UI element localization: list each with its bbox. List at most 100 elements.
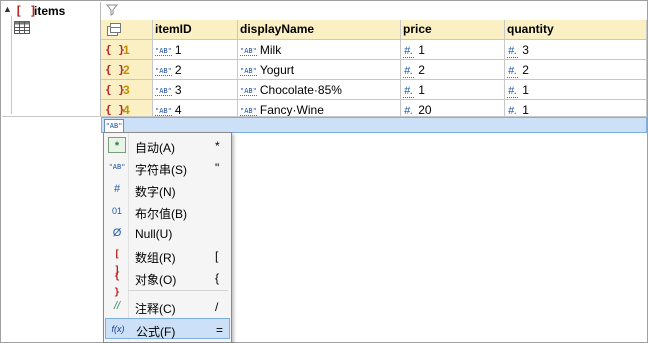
cell-displayname[interactable]: "AB" Chocolate·85% <box>238 80 401 100</box>
object-bracket-icon: { } <box>105 83 125 96</box>
header-row: itemID displayName price quantity <box>101 20 647 40</box>
comment-icon: // <box>113 300 121 312</box>
cell-itemid[interactable]: "AB" 1 <box>153 40 238 60</box>
row-header[interactable]: { } 2 <box>101 60 153 80</box>
cell-price[interactable]: #. 2 <box>401 60 505 80</box>
object-icon: { } <box>113 271 121 298</box>
array-icon: [ ] <box>113 249 121 276</box>
menu-item-label: 自动(A) <box>135 141 175 155</box>
collapse-triangle-icon[interactable]: ▲ <box>3 4 12 14</box>
cell-value: 20 <box>418 103 432 117</box>
cell-value: 3 <box>174 83 182 97</box>
cell-value: 1 <box>418 43 425 57</box>
menu-item-shortcut: / <box>215 300 219 314</box>
row-number: 4 <box>123 103 130 117</box>
tree-column: ▲ [ ] items <box>2 2 101 116</box>
menu-item-comment[interactable]: // 注释(C) / <box>105 296 230 317</box>
type-context-menu: * 自动(A) * "AB" 字符串(S) " # 数字(N) 01 布尔值(B… <box>103 132 232 343</box>
column-header-displayname[interactable]: displayName <box>238 20 401 40</box>
menu-item-shortcut: { <box>215 271 220 285</box>
menu-item-formula[interactable]: f(x) 公式(F) = <box>105 318 230 339</box>
number-type-icon: #. <box>403 45 415 58</box>
cell-value: 1 <box>522 83 529 97</box>
cell-quantity[interactable]: #. 3 <box>505 40 647 60</box>
column-header-itemid[interactable]: itemID <box>153 20 238 40</box>
auto-icon: * <box>108 137 126 153</box>
row-number: 1 <box>123 43 130 57</box>
cell-quantity[interactable]: #. 1 <box>505 80 647 100</box>
cell-value: Chocolate·85% <box>259 83 342 97</box>
menu-item-shortcut: [ <box>215 249 219 263</box>
object-bracket-icon: { } <box>105 103 125 116</box>
new-row-input[interactable]: "AB" <box>101 117 647 133</box>
cell-value: 2 <box>418 63 425 77</box>
cell-value: Milk <box>259 43 282 57</box>
menu-item-shortcut: " <box>215 161 220 175</box>
table-row[interactable]: { } 1 "AB" 1 "AB" Milk #. 1 #. 3 <box>101 40 647 60</box>
number-type-icon: #. <box>507 85 519 98</box>
string-type-icon: "AB" <box>155 106 172 116</box>
string-type-icon: "AB" <box>240 46 257 56</box>
row-number: 2 <box>123 63 130 77</box>
cell-value: 1 <box>174 43 182 57</box>
string-type-icon: "AB" <box>155 86 172 96</box>
menu-item-label: 数组(R) <box>135 251 176 265</box>
boolean-icon: 01 <box>111 206 122 216</box>
array-name[interactable]: items <box>34 4 65 18</box>
cell-value: 2 <box>522 63 529 77</box>
object-bracket-icon: { } <box>105 63 125 76</box>
cell-itemid[interactable]: "AB" 3 <box>153 80 238 100</box>
menu-item-label: 字符串(S) <box>135 163 187 177</box>
row-number: 3 <box>123 83 130 97</box>
row-header[interactable]: { } 3 <box>101 80 153 100</box>
menu-item-number[interactable]: # 数字(N) <box>105 179 230 200</box>
cell-price[interactable]: #. 1 <box>401 80 505 100</box>
menu-item-label: Null(U) <box>135 227 173 241</box>
filter-bar <box>101 2 647 21</box>
menu-separator <box>128 290 228 291</box>
menu-item-object[interactable]: { } 对象(O) { <box>105 267 230 298</box>
cell-value: 1 <box>522 103 529 117</box>
menu-item-null[interactable]: Ø Null(U) <box>105 223 230 244</box>
cell-value: 1 <box>418 83 425 97</box>
string-icon: "AB" <box>108 163 126 171</box>
cell-quantity[interactable]: #. 2 <box>505 60 647 80</box>
editor-frame: ▲ [ ] items itemID displayName price qua… <box>0 0 648 343</box>
number-icon: # <box>113 183 121 195</box>
column-header-price[interactable]: price <box>401 20 505 40</box>
row-header[interactable]: { } 1 <box>101 40 153 60</box>
menu-item-auto[interactable]: * 自动(A) * <box>105 135 230 156</box>
menu-item-array[interactable]: [ ] 数组(R) [ <box>105 245 230 276</box>
cell-value: 2 <box>174 63 182 77</box>
filter-icon[interactable] <box>106 4 118 16</box>
cell-displayname[interactable]: "AB" Yogurt <box>238 60 401 80</box>
cell-itemid[interactable]: "AB" 2 <box>153 60 238 80</box>
cell-value: 3 <box>522 43 529 57</box>
formula-icon: f(x) <box>111 324 125 334</box>
menu-item-label: 注释(C) <box>135 302 176 316</box>
null-icon: Ø <box>112 227 122 239</box>
menu-item-label: 数字(N) <box>135 185 176 199</box>
column-header-quantity[interactable]: quantity <box>505 20 647 40</box>
cell-value: 4 <box>174 103 182 117</box>
object-bracket-icon: { } <box>105 43 125 56</box>
cell-price[interactable]: #. 1 <box>401 40 505 60</box>
menu-item-string[interactable]: "AB" 字符串(S) " <box>105 157 230 178</box>
string-type-icon[interactable]: "AB" <box>104 119 124 133</box>
cell-displayname[interactable]: "AB" Milk <box>238 40 401 60</box>
table-row[interactable]: { } 3 "AB" 3 "AB" Chocolate·85% #. 1 #. 1 <box>101 80 647 100</box>
string-type-icon: "AB" <box>240 86 257 96</box>
menu-item-label: 公式(F) <box>136 325 176 339</box>
table-view-icon[interactable] <box>14 21 30 34</box>
number-type-icon: #. <box>507 45 519 58</box>
table-options-icon <box>107 23 121 36</box>
string-type-icon: "AB" <box>240 66 257 76</box>
number-type-icon: #. <box>507 65 519 78</box>
table-row[interactable]: { } 2 "AB" 2 "AB" Yogurt #. 2 #. 2 <box>101 60 647 80</box>
tree-line <box>11 16 12 114</box>
menu-item-shortcut: * <box>215 139 220 153</box>
corner-cell[interactable] <box>101 20 153 40</box>
menu-item-boolean[interactable]: 01 布尔值(B) <box>105 201 230 222</box>
menu-item-shortcut: = <box>216 323 224 337</box>
cell-value: Yogurt <box>259 63 295 77</box>
